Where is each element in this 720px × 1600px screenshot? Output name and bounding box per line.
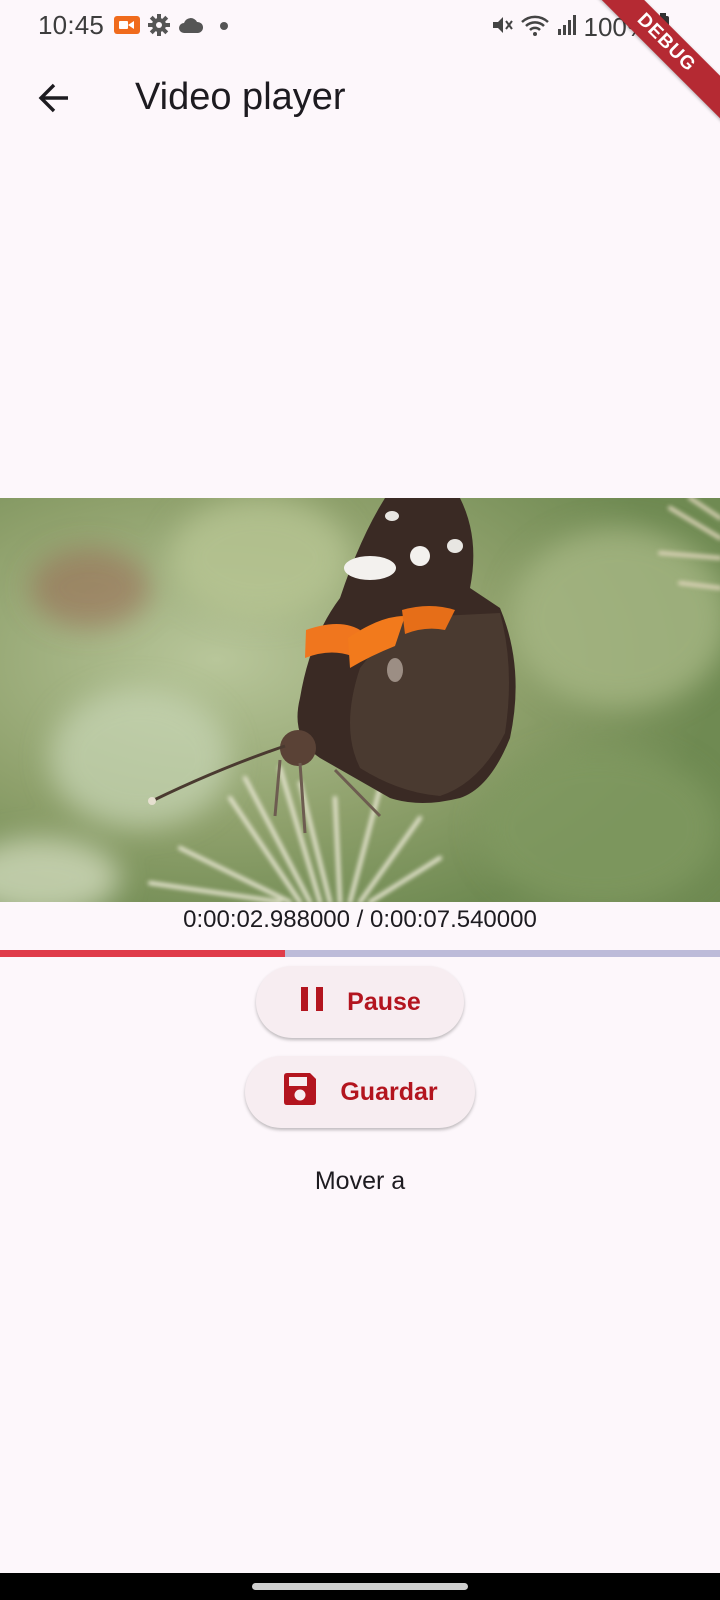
wifi-icon	[520, 13, 550, 42]
pause-label: Pause	[347, 987, 421, 1016]
pause-icon	[299, 985, 325, 1020]
status-left-icons	[114, 14, 232, 41]
save-icon	[282, 1071, 318, 1114]
playback-time: 0:00:02.988000 / 0:00:07.540000	[183, 906, 537, 933]
dot-icon	[212, 16, 232, 39]
save-button[interactable]: Guardar	[245, 1056, 475, 1128]
app-bar: Video player	[0, 56, 720, 144]
video-record-icon	[114, 15, 140, 40]
progress-played	[0, 950, 286, 957]
arrow-back-icon	[37, 81, 71, 120]
progress-bar[interactable]	[0, 950, 720, 957]
move-to-label: Mover a	[314, 1167, 406, 1195]
butterfly-video-still	[0, 498, 720, 902]
signal-icon	[556, 14, 578, 41]
save-label: Guardar	[340, 1077, 438, 1106]
cloud-icon	[178, 16, 204, 39]
page-title: Video player	[135, 76, 346, 118]
pause-button[interactable]: Pause	[256, 966, 464, 1038]
navigation-bar	[0, 1573, 720, 1600]
mute-icon	[490, 13, 514, 42]
status-time: 10:45	[38, 10, 105, 40]
video-frame[interactable]	[0, 498, 720, 902]
back-button[interactable]	[28, 74, 80, 126]
home-gesture-handle[interactable]	[252, 1583, 468, 1590]
settings-icon	[148, 14, 170, 41]
